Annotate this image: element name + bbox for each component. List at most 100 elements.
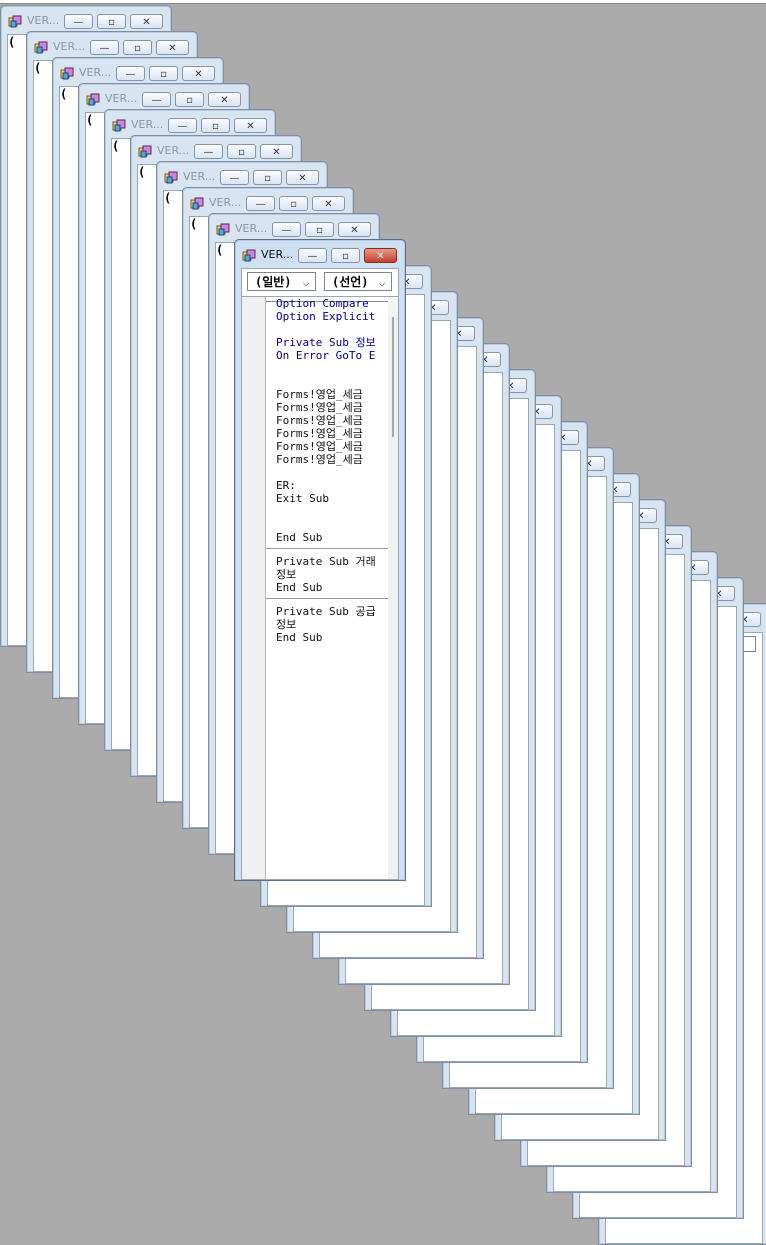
title-bar[interactable]: VER... — ▫ ✕ — [213, 218, 375, 240]
minimize-button[interactable]: — — [90, 40, 119, 55]
close-button[interactable]: ✕ — [260, 144, 293, 159]
window-title: VER... — [157, 144, 190, 157]
restore-button[interactable]: ▫ — [227, 144, 256, 159]
restore-button[interactable]: ▫ — [97, 14, 126, 29]
chevron-down-icon[interactable]: ⌵ — [299, 273, 313, 292]
vba-project-icon — [86, 92, 100, 106]
title-bar[interactable]: VER... — ▫ ✕ — [57, 62, 219, 84]
restore-icon: ▫ — [316, 225, 323, 236]
close-button[interactable]: ✕ — [338, 222, 371, 237]
close-button[interactable]: ✕ — [364, 248, 397, 263]
title-bar[interactable]: VER... — ▫ ✕ — [187, 192, 349, 214]
code-line: Forms!영업_세금 — [276, 388, 363, 401]
close-button[interactable]: ✕ — [156, 40, 189, 55]
window-title: VER... — [27, 14, 60, 27]
window-title: VER... — [261, 248, 294, 261]
vba-project-icon — [60, 66, 74, 80]
close-button[interactable]: ✕ — [182, 66, 215, 81]
window-title: VER... — [105, 92, 138, 105]
minimize-icon: — — [307, 251, 318, 262]
vba-project-icon — [112, 118, 126, 132]
minimize-button[interactable]: — — [194, 144, 223, 159]
restore-icon: ▫ — [290, 199, 297, 210]
procedure-combo-value: (선언) — [332, 275, 369, 289]
restore-icon: ▫ — [264, 173, 271, 184]
code-line: Option Explicit — [276, 310, 376, 323]
minimize-button[interactable]: — — [298, 248, 327, 263]
code-line: 정보 — [276, 618, 297, 631]
restore-button[interactable]: ▫ — [123, 40, 152, 55]
restore-icon: ▫ — [108, 17, 115, 28]
minimize-icon: — — [151, 95, 162, 106]
restore-button[interactable]: ▫ — [305, 222, 334, 237]
minimize-button[interactable]: — — [64, 14, 93, 29]
restore-button[interactable]: ▫ — [201, 118, 230, 133]
object-combo-fragment[interactable]: ( — [190, 217, 198, 236]
restore-button[interactable]: ▫ — [253, 170, 282, 185]
minimize-button[interactable]: — — [220, 170, 249, 185]
close-button[interactable]: ✕ — [312, 196, 345, 211]
chevron-down-icon[interactable]: ⌵ — [375, 273, 389, 292]
close-button[interactable]: ✕ — [130, 14, 163, 29]
code-window-body: (일반) ⌵ (선언) ⌵ Option Compare Option Explicit P… — [241, 268, 399, 880]
code-frame: Option Compare Option Explicit Private Sub… — [242, 296, 398, 879]
code-line: Forms!영업_세금 — [276, 440, 363, 453]
window-title: VER... — [209, 196, 242, 209]
object-combo-fragment[interactable]: ( — [86, 113, 94, 132]
code-line: ER: — [276, 479, 296, 492]
close-icon: ✕ — [376, 251, 385, 262]
vba-project-icon — [216, 222, 230, 236]
object-combo-fragment[interactable]: ( — [60, 87, 68, 106]
restore-button[interactable]: ▫ — [331, 248, 360, 263]
object-combo-fragment[interactable]: ( — [216, 243, 224, 262]
restore-button[interactable]: ▫ — [279, 196, 308, 211]
scrollbar-thumb[interactable] — [392, 317, 394, 437]
restore-icon: ▫ — [238, 147, 245, 158]
object-combo-fragment[interactable]: ( — [138, 165, 146, 184]
title-bar[interactable]: VER... — ▫ ✕ — [31, 36, 193, 58]
procedure-combo[interactable]: (선언) ⌵ — [324, 272, 392, 291]
object-combo-fragment[interactable]: ( — [112, 139, 120, 158]
procedure-separator — [266, 548, 388, 549]
close-icon: ✕ — [350, 225, 359, 236]
code-line: Exit Sub — [276, 492, 329, 505]
title-bar[interactable]: VER... — ▫ ✕ — [5, 10, 167, 32]
restore-icon: ▫ — [134, 43, 141, 54]
minimize-button[interactable]: — — [142, 92, 171, 107]
title-bar[interactable]: VER... — ▫ ✕ — [239, 244, 401, 266]
code-line: Forms!영업_세금 — [276, 453, 363, 466]
vba-project-icon — [242, 248, 256, 262]
restore-icon: ▫ — [342, 251, 349, 262]
margin-indicator-bar[interactable] — [242, 297, 266, 879]
code-line: 정보 — [276, 568, 297, 581]
code-line: Private Sub 거래 — [276, 555, 376, 568]
window-title: VER... — [131, 118, 164, 131]
object-combo-fragment[interactable]: ( — [164, 191, 172, 210]
restore-button[interactable]: ▫ — [175, 92, 204, 107]
minimize-button[interactable]: — — [116, 66, 145, 81]
code-line: Private Sub 공급 — [276, 605, 376, 618]
close-button[interactable]: ✕ — [286, 170, 319, 185]
vba-project-icon — [8, 14, 22, 28]
title-bar[interactable]: VER... — ▫ ✕ — [135, 140, 297, 162]
close-button[interactable]: ✕ — [234, 118, 267, 133]
minimize-button[interactable]: — — [246, 196, 275, 211]
close-icon: ✕ — [220, 95, 229, 106]
minimize-button[interactable]: — — [272, 222, 301, 237]
restore-icon: ▫ — [212, 121, 219, 132]
title-bar[interactable]: VER... — ▫ ✕ — [161, 166, 323, 188]
restore-button[interactable]: ▫ — [149, 66, 178, 81]
title-bar[interactable]: VER... — ▫ ✕ — [109, 114, 271, 136]
close-button[interactable]: ✕ — [208, 92, 241, 107]
object-combo-fragment[interactable]: ( — [34, 61, 42, 80]
minimize-button[interactable]: — — [168, 118, 197, 133]
code-editor[interactable]: Option Compare Option Explicit Private Sub… — [266, 297, 388, 879]
code-window-active[interactable]: VER... — ▫ ✕ (일반) ⌵ (선언) ⌵ Option Compare Option … — [234, 239, 406, 881]
vertical-scrollbar[interactable] — [388, 317, 398, 879]
close-icon: ✕ — [324, 199, 333, 210]
object-combo[interactable]: (일반) ⌵ — [247, 272, 316, 291]
object-combo-fragment[interactable]: ( — [8, 35, 16, 54]
title-bar[interactable]: VER... — ▫ ✕ — [83, 88, 245, 110]
